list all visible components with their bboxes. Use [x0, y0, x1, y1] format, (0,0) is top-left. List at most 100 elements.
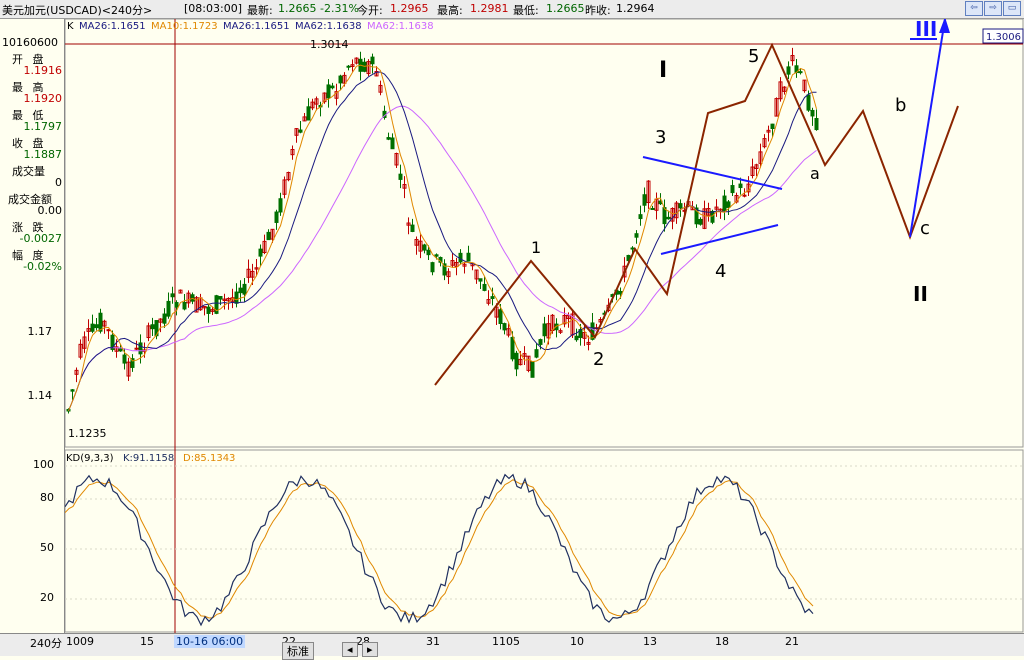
- candle-body: [218, 295, 223, 300]
- arrow-left-icon[interactable]: ⇦: [965, 1, 983, 16]
- candle-body: [814, 118, 819, 131]
- candle-body: [502, 323, 507, 331]
- candle-body: [490, 296, 495, 299]
- candle-body: [346, 65, 351, 68]
- candle-body: [398, 173, 403, 180]
- price-tick-1: 1.17: [27, 325, 53, 338]
- volume-value: 0: [55, 176, 62, 189]
- candle-body: [634, 233, 639, 238]
- wave-label-5: 5: [748, 46, 759, 67]
- candle-body: [90, 323, 95, 332]
- latest-label: 最新:: [247, 4, 273, 17]
- candle-body: [510, 336, 515, 360]
- kd-tick-50: 50: [40, 541, 54, 554]
- kd-tick-80: 80: [40, 491, 54, 504]
- date-label: 1105: [492, 635, 520, 648]
- candle-body: [238, 287, 243, 294]
- candle-body: [770, 123, 775, 129]
- candle-body: [266, 231, 271, 241]
- candle-body: [430, 262, 435, 273]
- candle-body: [134, 347, 139, 350]
- candle-body: [426, 249, 431, 256]
- candle-body: [722, 195, 727, 211]
- current-price-value: 1.3006: [986, 32, 1021, 43]
- candle-body: [482, 283, 487, 291]
- candle-body: [630, 247, 635, 250]
- amount-value: 0.00: [37, 204, 63, 217]
- candle-body: [498, 309, 503, 325]
- kd-k-value: K:91.1158: [123, 453, 174, 464]
- candle-body: [242, 283, 247, 295]
- low-value: 1.2665: [546, 2, 585, 15]
- prevclose-label: 昨收:: [585, 4, 611, 17]
- candle-body: [94, 324, 99, 329]
- candle-body: [162, 313, 167, 324]
- period-label: 240分: [30, 637, 62, 650]
- candle-body: [710, 210, 715, 223]
- quote-time: [08:03:00]: [184, 2, 242, 15]
- candle-body: [274, 211, 279, 223]
- low-label: 1.1235: [68, 427, 107, 440]
- date-label: 1009: [66, 635, 94, 648]
- left-info-panel: 10160600 开 盘 1.1916 最 高 1.1920 最 低 1.179…: [0, 19, 65, 633]
- candle-body: [370, 56, 375, 65]
- candle-body: [786, 66, 791, 75]
- candle-body: [278, 198, 283, 213]
- panel-code: 10160600: [2, 36, 58, 49]
- candle-body: [174, 302, 179, 308]
- kd-tick-100: 100: [33, 458, 54, 471]
- wave-label-a: a: [810, 164, 820, 183]
- candle-body: [466, 252, 471, 262]
- low-value: 1.1797: [23, 120, 63, 133]
- price-pane: [65, 19, 1024, 448]
- candle-body: [422, 244, 427, 251]
- high-label: 最高:: [437, 4, 463, 17]
- candle-body: [806, 94, 811, 111]
- candle-body: [106, 329, 111, 332]
- candle-body: [698, 218, 703, 225]
- legend-ma26a: MA26:1.1651: [79, 21, 146, 32]
- kd-header: KD(9,3,3): [66, 453, 114, 464]
- candle-body: [166, 300, 171, 317]
- crosshair-date-label: 10-16 06:00: [174, 635, 246, 648]
- candle-body: [534, 349, 539, 358]
- candle-body: [642, 194, 647, 206]
- candle-body: [390, 137, 395, 150]
- legend-ma62b: MA62:1.1638: [367, 21, 434, 32]
- legend-k: K: [67, 21, 74, 32]
- candle-body: [122, 354, 127, 364]
- candle-body: [410, 224, 415, 232]
- tab-standard[interactable]: 标准: [282, 642, 314, 660]
- candle-body: [182, 301, 187, 310]
- prevclose-value: 1.2964: [616, 2, 655, 15]
- candle-body: [810, 109, 815, 117]
- candle-body: [234, 291, 239, 304]
- candle-body: [118, 348, 123, 352]
- candle-body: [666, 216, 671, 220]
- candle-body: [386, 137, 391, 140]
- candle-body: [538, 339, 543, 345]
- candle-body: [726, 201, 731, 208]
- kd-pane: [65, 449, 1024, 633]
- open-label: 今开:: [357, 4, 383, 17]
- latest-value: 1.2665 -2.31%: [278, 2, 359, 15]
- restore-window-icon[interactable]: ▭: [1003, 1, 1021, 16]
- candle-body: [730, 185, 735, 194]
- date-label: 18: [715, 635, 729, 648]
- candle-body: [326, 84, 331, 99]
- date-label: 15: [140, 635, 154, 648]
- candle-body: [330, 85, 335, 89]
- roman-label-top: I: [659, 58, 667, 83]
- arrow-right-icon[interactable]: ⇨: [984, 1, 1002, 16]
- candle-body: [98, 312, 103, 332]
- candle-body: [434, 254, 439, 257]
- candle-body: [170, 293, 175, 298]
- candlestick-chart[interactable]: K MA26:1.1651 MA10:1.1723 MA26:1.1651 MA…: [65, 19, 1024, 633]
- candle-body: [458, 252, 463, 263]
- roman-label-right: III: [915, 19, 937, 41]
- wave-label-1: 1: [531, 238, 541, 257]
- candle-body: [298, 129, 303, 133]
- high-value: 1.1920: [23, 92, 63, 105]
- candle-body: [742, 194, 747, 197]
- wave-label-c: c: [920, 218, 930, 239]
